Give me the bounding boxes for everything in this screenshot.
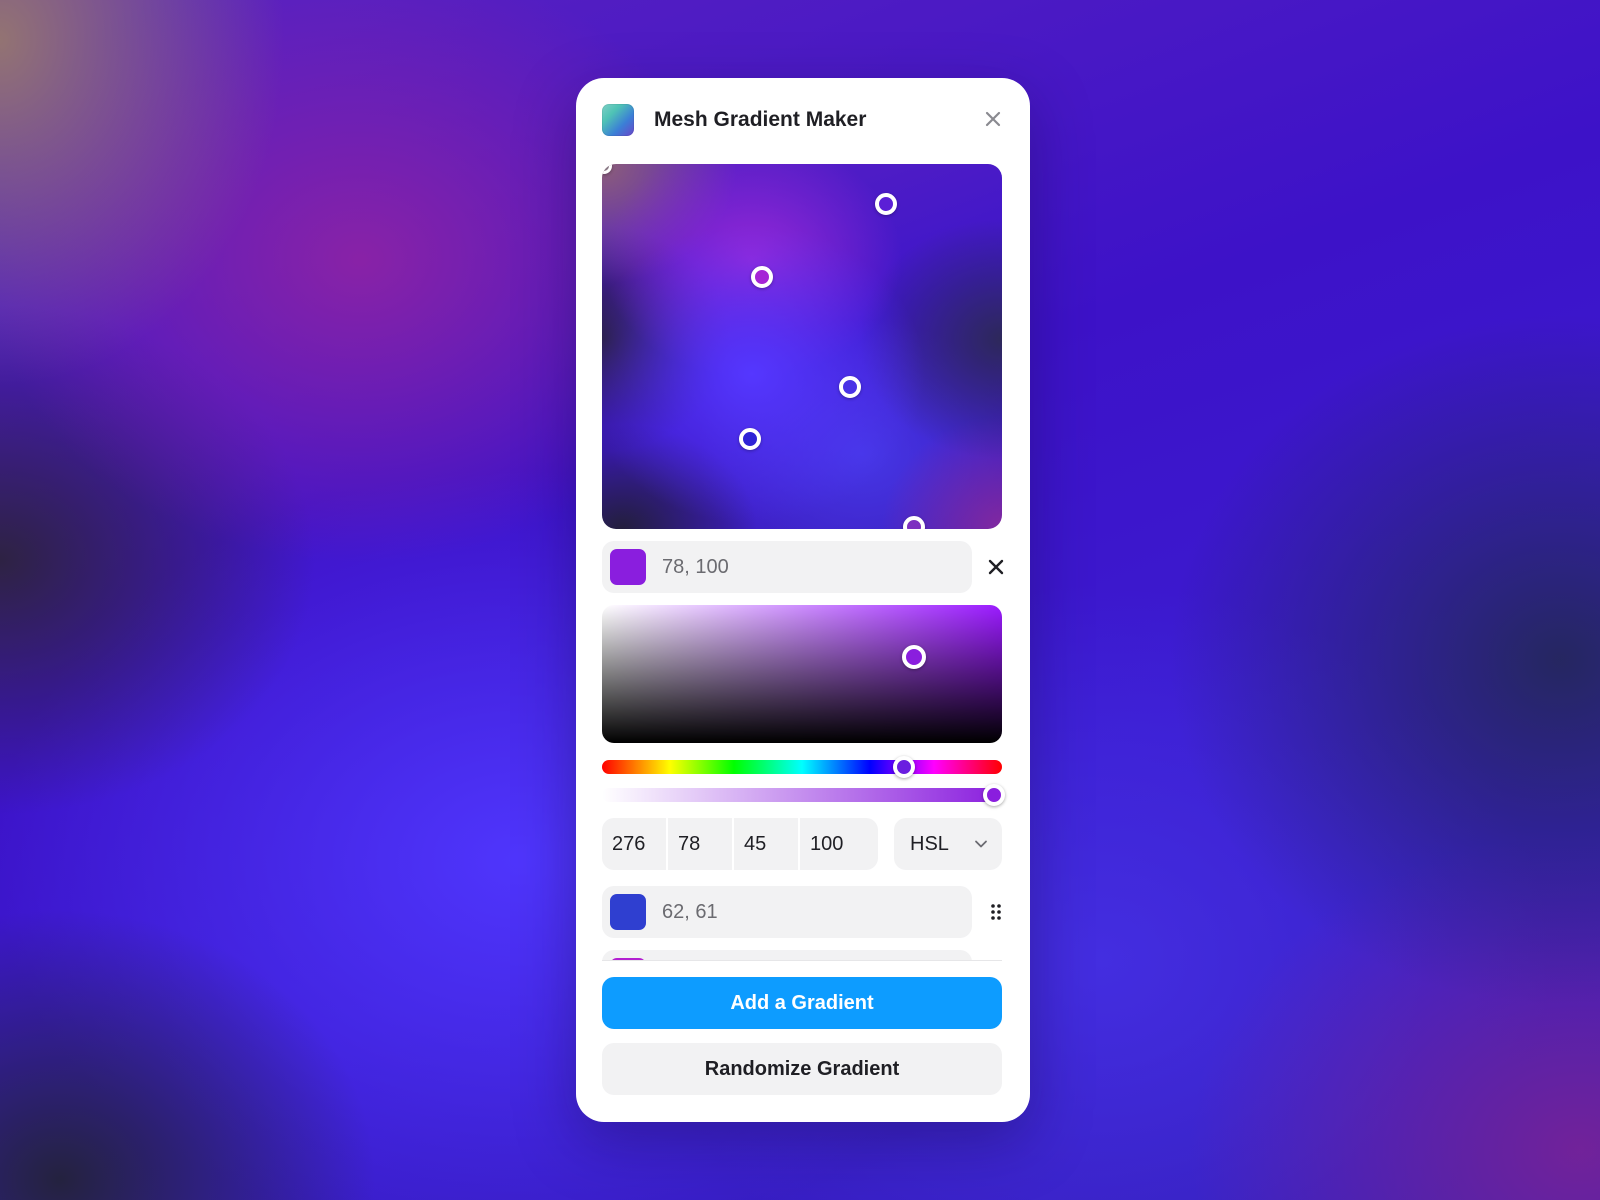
divider (602, 960, 1002, 961)
color-picker-handle[interactable] (902, 645, 926, 670)
hue-slider[interactable] (602, 756, 1002, 778)
opacity-slider[interactable] (602, 784, 1005, 806)
mesh-gradient-canvas[interactable] (602, 164, 1002, 529)
mesh-point-handle[interactable] (751, 266, 773, 288)
panel-title: Mesh Gradient Maker (654, 108, 867, 131)
add-gradient-button[interactable]: Add a Gradient (602, 977, 1002, 1029)
mesh-point-handle[interactable] (875, 193, 897, 215)
close-icon[interactable] (982, 108, 1004, 130)
mesh-point-handle[interactable] (839, 376, 861, 398)
mesh-gradient-panel: Mesh Gradient Maker 78, 100 HSL (576, 78, 1030, 1122)
mesh-point-handle[interactable] (602, 164, 612, 174)
alpha-input[interactable] (800, 818, 878, 870)
color-swatch[interactable] (610, 894, 646, 930)
drag-handle-icon[interactable] (985, 901, 1007, 923)
saturation-lightness-picker[interactable] (602, 605, 1002, 743)
saturation-input[interactable] (668, 818, 734, 870)
gradient-logo-icon (602, 104, 634, 136)
point-position: 78, 100 (662, 556, 729, 578)
lightness-input[interactable] (734, 818, 800, 870)
selected-color-point[interactable]: 78, 100 (602, 541, 972, 593)
close-icon[interactable] (985, 556, 1007, 578)
randomize-gradient-button[interactable]: Randomize Gradient (602, 1043, 1002, 1095)
hue-slider-thumb[interactable] (893, 756, 915, 778)
chevron-down-icon (974, 837, 988, 851)
point-position: 62, 61 (662, 901, 718, 923)
color-point-row[interactable]: 62, 61 (602, 886, 972, 938)
opacity-slider-thumb[interactable] (983, 784, 1005, 806)
mesh-point-handle[interactable] (903, 516, 925, 529)
color-point-row[interactable] (602, 950, 972, 960)
hsl-input-group (602, 818, 878, 870)
color-mode-select[interactable]: HSL (894, 818, 1002, 870)
color-swatch[interactable] (610, 549, 646, 585)
mesh-point-handle[interactable] (739, 428, 761, 450)
hue-input[interactable] (602, 818, 668, 870)
list-item (602, 950, 972, 960)
color-mode-value: HSL (910, 833, 949, 855)
